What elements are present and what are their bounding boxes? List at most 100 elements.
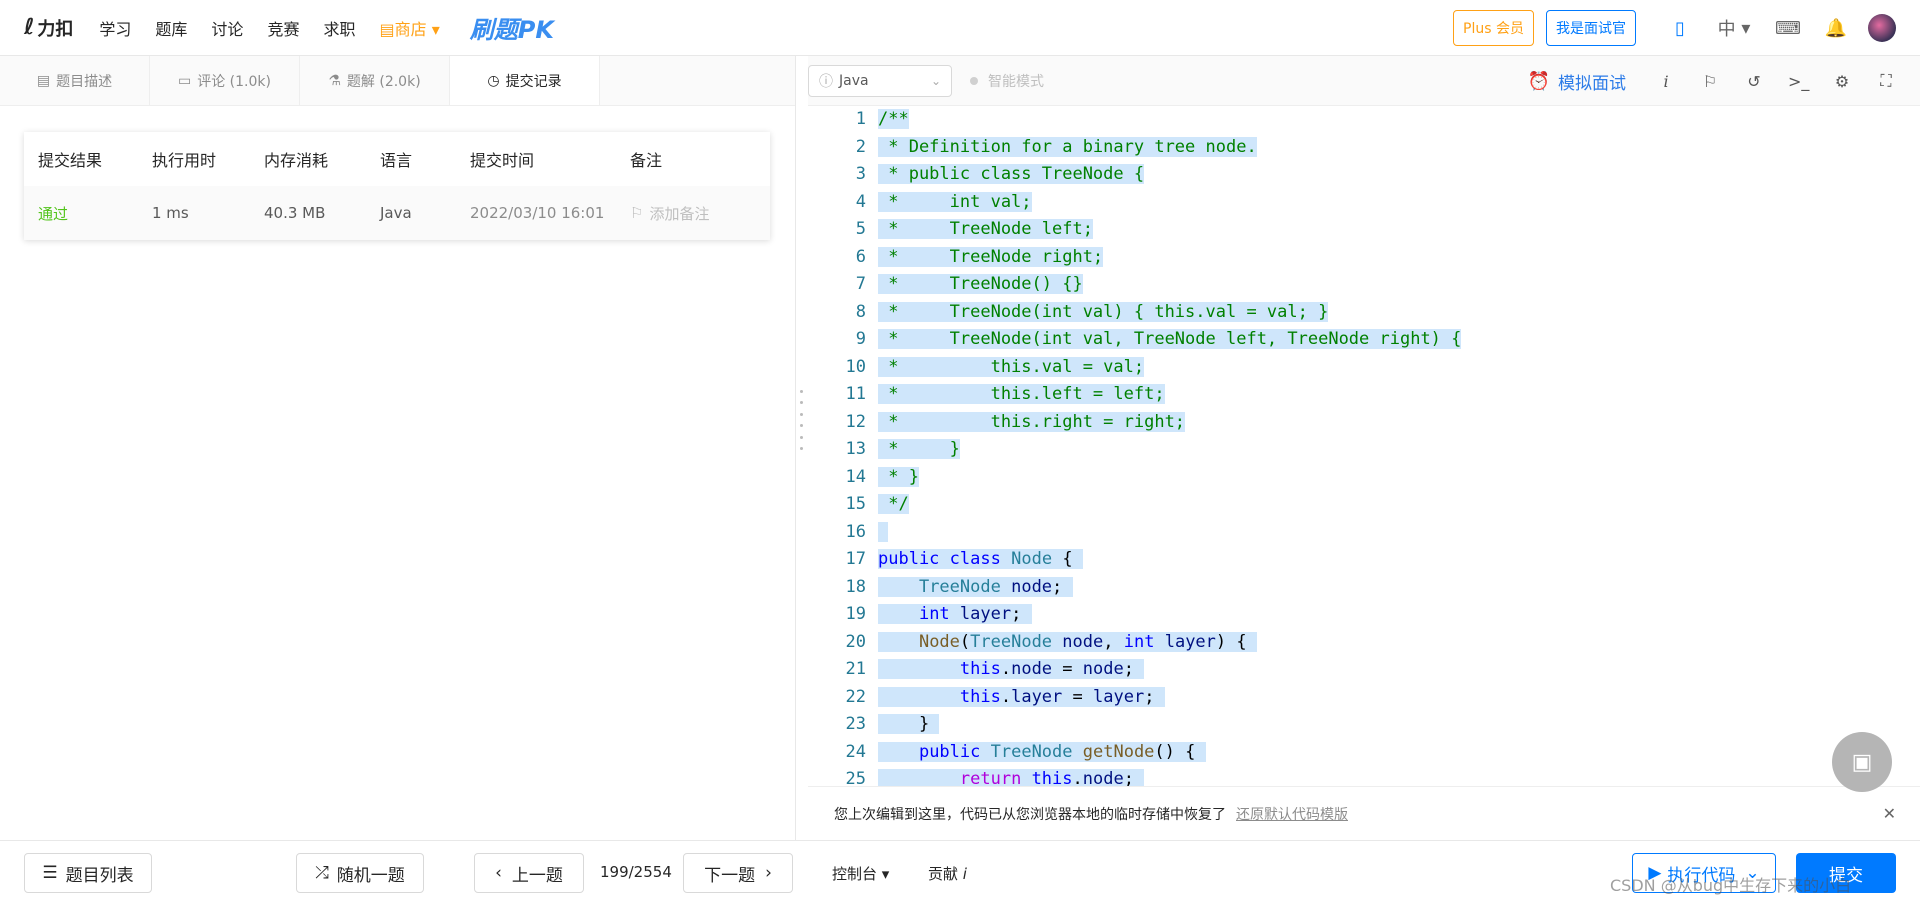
line-number: 16: [845, 521, 866, 542]
nav-right: Plus 会员 我是面试官 ▯ 中 ▾ ⌨ 🔔: [1453, 10, 1896, 46]
chevron-down-icon: ⌄: [930, 73, 941, 88]
table-row[interactable]: 通过 1 ms 40.3 MB Java 2022/03/10 16:01 ⚐ 添…: [24, 186, 770, 240]
watermark: CSDN @从bug中生存下来的小白: [1610, 876, 1852, 895]
line-number: 19: [845, 604, 866, 624]
line-number: 13: [845, 439, 866, 459]
chevron-left-icon: ‹: [495, 863, 502, 883]
line-number: 21: [845, 659, 866, 679]
code-line: Node(TreeNode node, int layer) {: [878, 629, 1918, 657]
header-memory: 内存消耗: [264, 151, 329, 170]
tab-comments[interactable]: ▭ 评论 (1.0k): [150, 56, 300, 105]
line-number: 2: [855, 136, 866, 157]
smart-mode-toggle[interactable]: 智能模式: [970, 71, 1044, 91]
code-line: * TreeNode() {}: [878, 274, 1083, 294]
line-number: 6: [855, 246, 866, 267]
editor-toolbar-right: ⏰ 模拟面试 i ⚐ ↺ >_ ⚙ ⛶: [1528, 56, 1908, 106]
notebook-icon: ▣: [1851, 749, 1873, 775]
next-problem-button[interactable]: 下一题 ›: [683, 853, 793, 893]
tab-solutions[interactable]: ⚗ 题解 (2.0k): [300, 56, 450, 105]
line-number: 23: [845, 714, 866, 734]
console-toggle[interactable]: 控制台 ▾: [832, 863, 889, 884]
tab-submissions-label: 提交记录: [505, 73, 562, 90]
language-label: 中: [1717, 19, 1736, 40]
memory-value: 40.3 MB: [264, 204, 326, 222]
line-number: 25: [845, 769, 866, 786]
language-switch[interactable]: 中 ▾: [1714, 14, 1754, 42]
mobile-icon[interactable]: ▯: [1666, 14, 1694, 42]
info-icon: ⓘ: [819, 73, 833, 90]
code-line: * TreeNode left;: [878, 219, 1093, 239]
result-status[interactable]: 通过: [24, 203, 152, 224]
nav-item-jobs[interactable]: 求职: [323, 16, 355, 40]
pk-suffix: PK: [517, 16, 554, 44]
smart-mode-label: 智能模式: [988, 73, 1044, 90]
tab-submissions[interactable]: ◷ 提交记录: [450, 56, 600, 105]
language-select[interactable]: ⓘ Java ⌄: [808, 64, 952, 97]
code-line: * TreeNode(int val) { this.val = val; }: [878, 301, 1329, 322]
fullscreen-icon[interactable]: ⛶: [1876, 71, 1896, 91]
nav-item-discuss[interactable]: 讨论: [211, 16, 243, 40]
top-navbar: ℓ 力扣 学习 题库 讨论 竞赛 求职 ▤商店 ▾ 刷题PK Plus 会员 我…: [0, 0, 1920, 56]
line-number: 8: [855, 301, 866, 322]
notification-bell-icon[interactable]: 🔔: [1822, 14, 1850, 42]
submissions-table: 提交结果 执行用时 内存消耗 语言 提交时间 备注 通过 1 ms 40.3 M…: [24, 132, 770, 240]
interviewer-button[interactable]: 我是面试官: [1546, 10, 1636, 46]
code-line: * }: [878, 466, 919, 487]
line-number: 22: [845, 686, 866, 707]
notes-floating-button[interactable]: ▣: [1832, 732, 1892, 792]
line-number: 9: [855, 329, 866, 349]
reset-icon[interactable]: ↺: [1744, 72, 1764, 91]
code-line: */: [878, 494, 909, 514]
tab-description[interactable]: ▤ 题目描述: [0, 56, 150, 105]
plus-member-button[interactable]: Plus 会员: [1453, 10, 1534, 46]
prev-problem-button[interactable]: ‹ 上一题: [474, 853, 584, 893]
random-problem-button[interactable]: ⤮ 随机一题: [296, 853, 424, 893]
nav-item-store[interactable]: ▤商店 ▾: [379, 16, 439, 40]
playground-icon[interactable]: ⌨: [1774, 14, 1802, 42]
contribute-button[interactable]: 贡献 i: [928, 863, 967, 884]
clock-icon: ◷: [487, 72, 500, 89]
pk-banner[interactable]: 刷题PK: [470, 10, 554, 45]
prev-problem-label: 上一题: [511, 865, 563, 886]
logo[interactable]: ℓ 力扣: [24, 15, 73, 41]
flag-outline-icon[interactable]: ⚐: [1700, 72, 1720, 91]
code-line: public class Node {: [878, 546, 1918, 574]
runtime-value: 1 ms: [152, 204, 189, 222]
shuffle-icon: ⤮: [315, 863, 329, 883]
header-submit-time: 提交时间: [470, 151, 535, 170]
panel-resize-handle[interactable]: [800, 390, 804, 450]
mock-interview-button[interactable]: ⏰ 模拟面试: [1528, 69, 1626, 94]
close-icon[interactable]: ✕: [1883, 804, 1896, 823]
line-number: 11: [845, 384, 866, 404]
left-panel: ▤ 题目描述 ▭ 评论 (1.0k) ⚗ 题解 (2.0k) ◷ 提交记录 提交结果 执…: [0, 56, 796, 840]
line-number-gutter: 1 2 3 4 5 6 7 8 9 10 11 12 13 14 15 16 1…: [808, 106, 878, 786]
terminal-icon[interactable]: >_: [1788, 72, 1809, 91]
code-line: * Definition for a binary tree node.: [878, 136, 1257, 157]
nav-item-problems[interactable]: 题库: [155, 16, 187, 40]
chevron-right-icon: ›: [765, 863, 772, 883]
problem-counter: 199/2554: [600, 863, 672, 881]
code-editor[interactable]: 1 2 3 4 5 6 7 8 9 10 11 12 13 14 15 16 1…: [808, 106, 1920, 786]
line-number: 3: [855, 164, 866, 184]
code-line: * TreeNode(int val, TreeNode left, TreeN…: [878, 329, 1462, 349]
add-note-button[interactable]: ⚐ 添加备注: [630, 203, 770, 224]
nav-item-learn[interactable]: 学习: [99, 16, 131, 40]
code-line: /**: [878, 109, 909, 129]
code-line: * }: [878, 439, 960, 459]
code-content[interactable]: /** * Definition for a binary tree node.…: [878, 106, 1918, 786]
line-number: 14: [845, 466, 866, 487]
restore-default-link[interactable]: 还原默认代码模版: [1236, 804, 1348, 824]
settings-icon[interactable]: ⚙: [1832, 72, 1852, 91]
tab-solutions-label: 题解 (2.0k): [346, 73, 421, 90]
info-italic-icon[interactable]: i: [1656, 72, 1676, 91]
problem-list-button[interactable]: ☰ 题目列表: [24, 853, 152, 893]
code-line: this.layer = layer;: [878, 684, 1918, 712]
line-number: 15: [845, 494, 866, 514]
header-note: 备注: [630, 151, 663, 170]
submit-time-value: 2022/03/10 16:01: [470, 204, 605, 222]
nav-item-contest[interactable]: 竞赛: [267, 16, 299, 40]
avatar[interactable]: [1868, 14, 1896, 42]
code-line: * this.left = left;: [878, 384, 1165, 404]
toggle-dot-icon: [970, 76, 978, 85]
table-header: 提交结果 执行用时 内存消耗 语言 提交时间 备注: [24, 132, 770, 186]
